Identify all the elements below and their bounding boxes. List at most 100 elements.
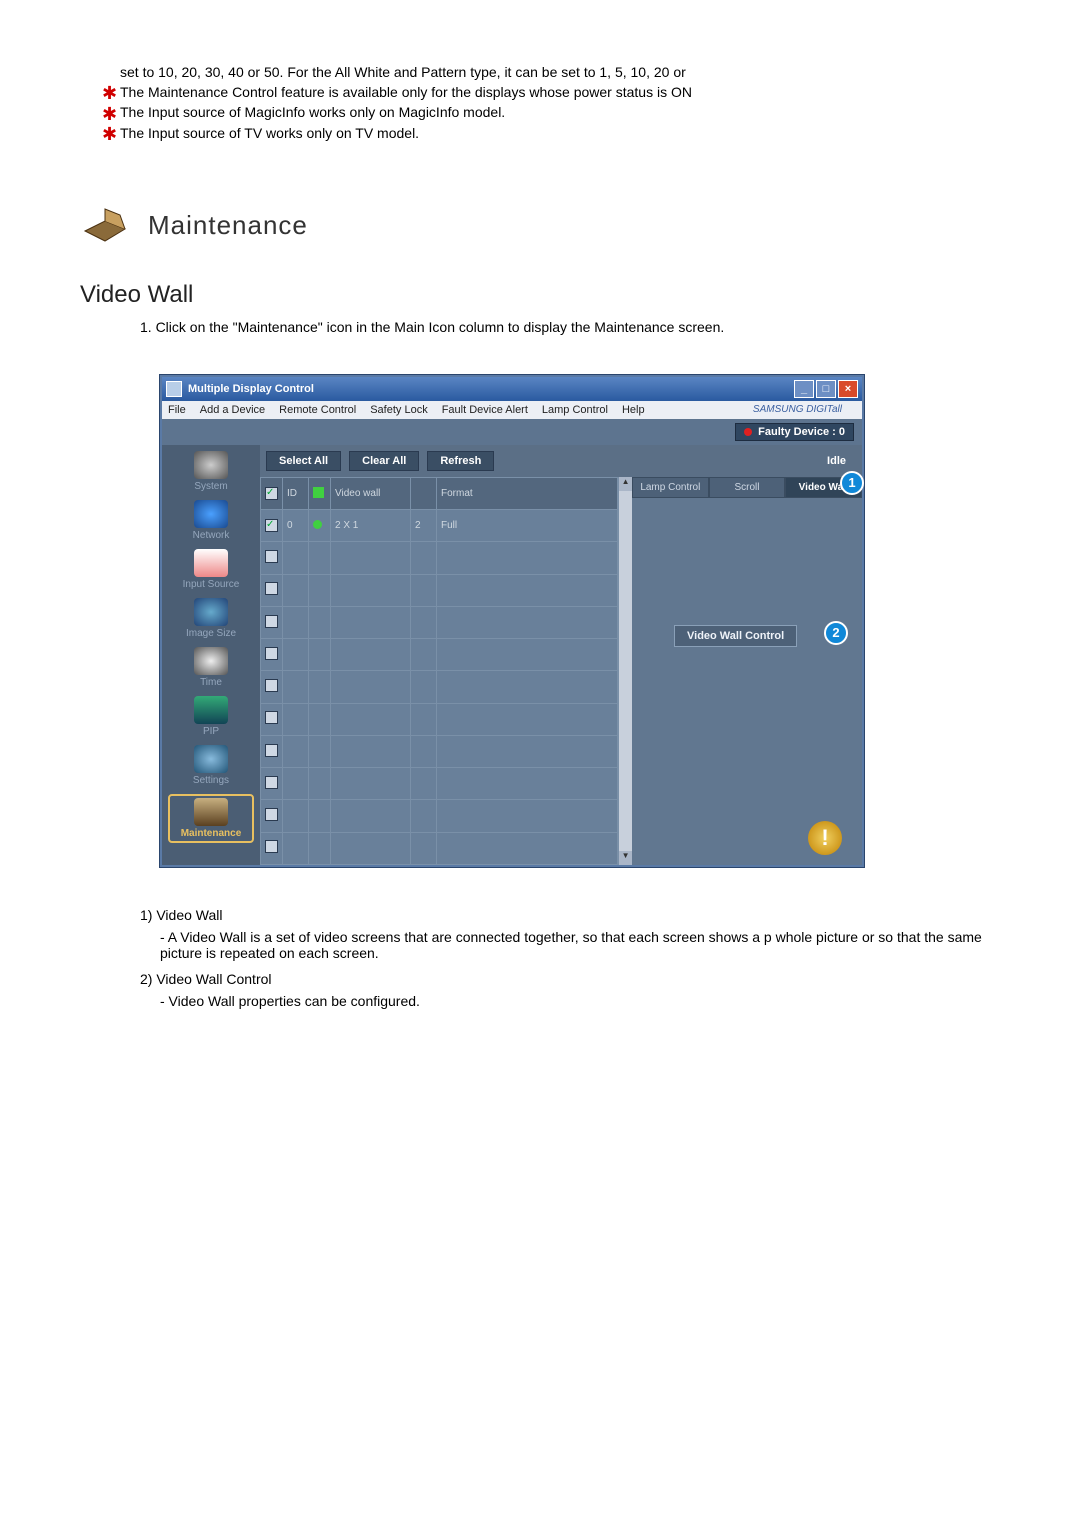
star-icon: ✱ xyxy=(102,107,120,121)
row-checkbox[interactable] xyxy=(265,679,278,692)
header-checkbox[interactable] xyxy=(265,487,278,500)
minimize-button[interactable]: _ xyxy=(794,380,814,398)
tab-scroll[interactable]: Scroll xyxy=(709,477,786,498)
sidebar-label-time: Time xyxy=(200,677,222,688)
table-row[interactable] xyxy=(261,606,618,638)
section-header: Maintenance xyxy=(80,201,1000,251)
cell-videowall: 2 X 1 xyxy=(331,510,411,542)
row-checkbox[interactable] xyxy=(265,615,278,628)
image-size-icon xyxy=(194,598,228,626)
row-checkbox[interactable] xyxy=(265,550,278,563)
section-title: Maintenance xyxy=(148,210,308,241)
sidebar-label-settings: Settings xyxy=(193,775,229,786)
select-all-button[interactable]: Select All xyxy=(266,451,341,471)
window-buttons: _ □ × xyxy=(794,380,858,398)
table-row[interactable] xyxy=(261,800,618,832)
row-checkbox[interactable] xyxy=(265,647,278,660)
note-3: ✱The Input source of TV works only on TV… xyxy=(102,125,1000,141)
footnote-1-text: - A Video Wall is a set of video screens… xyxy=(160,929,1000,961)
maintenance-icon xyxy=(194,798,228,826)
sidebar-label-network: Network xyxy=(193,530,230,541)
sidebar-item-system[interactable]: System xyxy=(168,451,254,492)
subsection-title: Video Wall xyxy=(80,281,1000,309)
row-checkbox[interactable] xyxy=(265,744,278,757)
sidebar-label-image: Image Size xyxy=(186,628,236,639)
menu-add[interactable]: Add a Device xyxy=(200,404,265,416)
row-checkbox[interactable] xyxy=(265,776,278,789)
table-row[interactable] xyxy=(261,671,618,703)
col-status[interactable] xyxy=(309,477,331,509)
subsection-instruction: 1. Click on the "Maintenance" icon in th… xyxy=(140,319,1000,335)
cell-id: 0 xyxy=(283,510,309,542)
maximize-button[interactable]: □ xyxy=(816,380,836,398)
status-dot-icon xyxy=(313,520,322,529)
table-header-row: ID Video wall Format xyxy=(261,477,618,509)
row-checkbox[interactable] xyxy=(265,840,278,853)
callout-1: 1 xyxy=(840,471,864,495)
footnote-1-label: 1) Video Wall xyxy=(140,907,1000,923)
row-checkbox[interactable] xyxy=(265,808,278,821)
table-row[interactable] xyxy=(261,542,618,574)
row-checkbox[interactable] xyxy=(265,582,278,595)
menu-file[interactable]: File xyxy=(168,404,186,416)
col-videowall[interactable]: Video wall xyxy=(331,477,411,509)
sidebar-item-settings[interactable]: Settings xyxy=(168,745,254,786)
titlebar: Multiple Display Control _ □ × xyxy=(162,377,862,401)
right-panel: Lamp Control Scroll Video Wall 1 Video W… xyxy=(632,477,862,865)
col-format[interactable]: Format xyxy=(437,477,618,509)
tab-lamp-control[interactable]: Lamp Control xyxy=(632,477,709,498)
callout-2: 2 xyxy=(824,621,848,645)
sidebar-item-pip[interactable]: PIP xyxy=(168,696,254,737)
faulty-text: Faulty Device : 0 xyxy=(758,426,845,438)
footnote-2-label: 2) Video Wall Control xyxy=(140,971,1000,987)
cell-format: Full xyxy=(437,510,618,542)
menu-help[interactable]: Help xyxy=(622,404,645,416)
status-header-icon xyxy=(313,487,324,498)
table-row[interactable] xyxy=(261,735,618,767)
maintenance-section-icon xyxy=(80,201,130,251)
clear-all-button[interactable]: Clear All xyxy=(349,451,419,471)
sidebar: System Network Input Source Image Size T… xyxy=(162,445,260,865)
menu-safety[interactable]: Safety Lock xyxy=(370,404,427,416)
refresh-button[interactable]: Refresh xyxy=(427,451,494,471)
sidebar-label-pip: PIP xyxy=(203,726,219,737)
app-window: Multiple Display Control _ □ × File Add … xyxy=(160,375,864,867)
device-grid: ID Video wall Format 0 2 X 1 xyxy=(260,477,632,865)
star-icon: ✱ xyxy=(102,127,120,141)
table-row[interactable] xyxy=(261,832,618,864)
table-row[interactable] xyxy=(261,639,618,671)
video-wall-control-button[interactable]: Video Wall Control xyxy=(674,625,797,647)
footnotes: 1) Video Wall - A Video Wall is a set of… xyxy=(140,907,1000,1009)
app-icon xyxy=(166,381,182,397)
table-row[interactable]: 0 2 X 1 2 Full xyxy=(261,510,618,542)
scroll-down-icon[interactable]: ▼ xyxy=(619,851,633,865)
pip-icon xyxy=(194,696,228,724)
sidebar-item-input[interactable]: Input Source xyxy=(168,549,254,590)
menu-lamp[interactable]: Lamp Control xyxy=(542,404,608,416)
col-check[interactable] xyxy=(261,477,283,509)
table-row[interactable] xyxy=(261,703,618,735)
col-id[interactable]: ID xyxy=(283,477,309,509)
close-button[interactable]: × xyxy=(838,380,858,398)
row-checkbox[interactable] xyxy=(265,711,278,724)
table-row[interactable] xyxy=(261,574,618,606)
col-unit[interactable] xyxy=(411,477,437,509)
sidebar-item-time[interactable]: Time xyxy=(168,647,254,688)
sidebar-item-maintenance[interactable]: Maintenance xyxy=(168,794,254,843)
scroll-up-icon[interactable]: ▲ xyxy=(619,477,633,491)
cell-unit: 2 xyxy=(411,510,437,542)
network-icon xyxy=(194,500,228,528)
sidebar-item-image[interactable]: Image Size xyxy=(168,598,254,639)
grid-scrollbar[interactable]: ▲ ▼ xyxy=(618,477,632,865)
note-1-text: The Maintenance Control feature is avail… xyxy=(120,84,692,100)
menu-fault[interactable]: Fault Device Alert xyxy=(442,404,528,416)
brand-logo: SAMSUNG DIGITall xyxy=(753,404,842,415)
settings-icon xyxy=(194,745,228,773)
content-row: ID Video wall Format 0 2 X 1 xyxy=(260,477,862,865)
table-row[interactable] xyxy=(261,768,618,800)
row-checkbox[interactable] xyxy=(265,519,278,532)
sidebar-label-input: Input Source xyxy=(183,579,240,590)
sidebar-label-system: System xyxy=(194,481,227,492)
menu-remote[interactable]: Remote Control xyxy=(279,404,356,416)
sidebar-item-network[interactable]: Network xyxy=(168,500,254,541)
